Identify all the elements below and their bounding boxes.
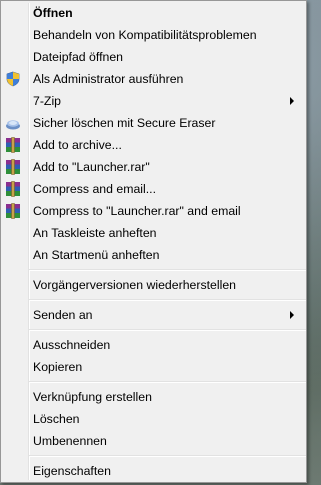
menu-item-cut[interactable]: Ausschneiden	[3, 334, 304, 356]
menu-item-label: An Taskleiste anheften	[33, 226, 157, 240]
menu-item-open-file-location[interactable]: Dateipfad öffnen	[3, 46, 304, 68]
menu-item-label: Dateipfad öffnen	[33, 50, 124, 64]
menu-item-label: Sicher löschen mit Secure Eraser	[33, 116, 216, 130]
menu-item-label: Verknüpfung erstellen	[33, 390, 152, 404]
menu-item-compress-and-email[interactable]: Compress and email...	[3, 178, 304, 200]
menu-item-label: An Startmenü anheften	[33, 248, 160, 262]
menu-item-run-as-admin[interactable]: Als Administrator ausführen	[3, 68, 304, 90]
secure-eraser-icon	[6, 120, 20, 130]
menu-item-compress-to-launcher-rar-and-email[interactable]: Compress to "Launcher.rar" and email	[3, 200, 304, 222]
menu-item-add-to-archive[interactable]: Add to archive...	[3, 134, 304, 156]
menu-item-send-to[interactable]: Senden an	[3, 304, 304, 326]
menu-item-troubleshoot-compatibility[interactable]: Behandeln von Kompatibilitätsproblemen	[3, 24, 304, 46]
menu-item-label: Kopieren	[33, 360, 83, 374]
menu-item-label: Add to "Launcher.rar"	[33, 160, 150, 174]
menu-item-label: Compress and email...	[33, 182, 157, 196]
menu-item-label: Compress to "Launcher.rar" and email	[33, 204, 241, 218]
menu-item-rename[interactable]: Umbenennen	[3, 430, 304, 452]
menu-item-delete[interactable]: Löschen	[3, 408, 304, 430]
submenu-arrow-icon	[290, 311, 294, 319]
uac-shield-icon	[6, 71, 20, 87]
menu-separator	[29, 269, 306, 271]
menu-separator	[29, 381, 306, 383]
menu-item-label: Behandeln von Kompatibilitätsproblemen	[33, 28, 257, 42]
menu-separator	[29, 455, 306, 457]
menu-item-label: 7-Zip	[33, 94, 62, 108]
menu-item-restore-previous-versions[interactable]: Vorgängerversionen wiederherstellen	[3, 274, 304, 296]
menu-item-add-to-launcher-rar[interactable]: Add to "Launcher.rar"	[3, 156, 304, 178]
menu-item-label: Ausschneiden	[33, 338, 111, 352]
menu-item-7zip[interactable]: 7-Zip	[3, 90, 304, 112]
menu-item-label: Senden an	[33, 308, 93, 322]
menu-item-pin-to-start-menu[interactable]: An Startmenü anheften	[3, 244, 304, 266]
winrar-icon	[6, 137, 20, 153]
menu-item-label: Löschen	[33, 412, 80, 426]
menu-separator	[29, 329, 306, 331]
menu-item-label: Umbenennen	[33, 434, 107, 448]
menu-item-label: Eigenschaften	[33, 464, 111, 478]
winrar-icon	[6, 203, 20, 219]
menu-item-copy[interactable]: Kopieren	[3, 356, 304, 378]
menu-item-create-shortcut[interactable]: Verknüpfung erstellen	[3, 386, 304, 408]
menu-item-label: Öffnen	[33, 6, 73, 20]
menu-separator	[29, 299, 306, 301]
menu-item-secure-eraser[interactable]: Sicher löschen mit Secure Eraser	[3, 112, 304, 134]
menu-item-properties[interactable]: Eigenschaften	[3, 460, 304, 482]
menu-item-label: Vorgängerversionen wiederherstellen	[33, 278, 237, 292]
winrar-icon	[6, 159, 20, 175]
menu-item-pin-to-taskbar[interactable]: An Taskleiste anheften	[3, 222, 304, 244]
menu-item-open[interactable]: Öffnen	[3, 2, 304, 24]
submenu-arrow-icon	[290, 97, 294, 105]
menu-item-label: Add to archive...	[33, 138, 122, 152]
context-menu: Öffnen Behandeln von Kompatibilitätsprob…	[0, 0, 307, 483]
winrar-icon	[6, 181, 20, 197]
menu-item-label: Als Administrator ausführen	[33, 72, 184, 86]
